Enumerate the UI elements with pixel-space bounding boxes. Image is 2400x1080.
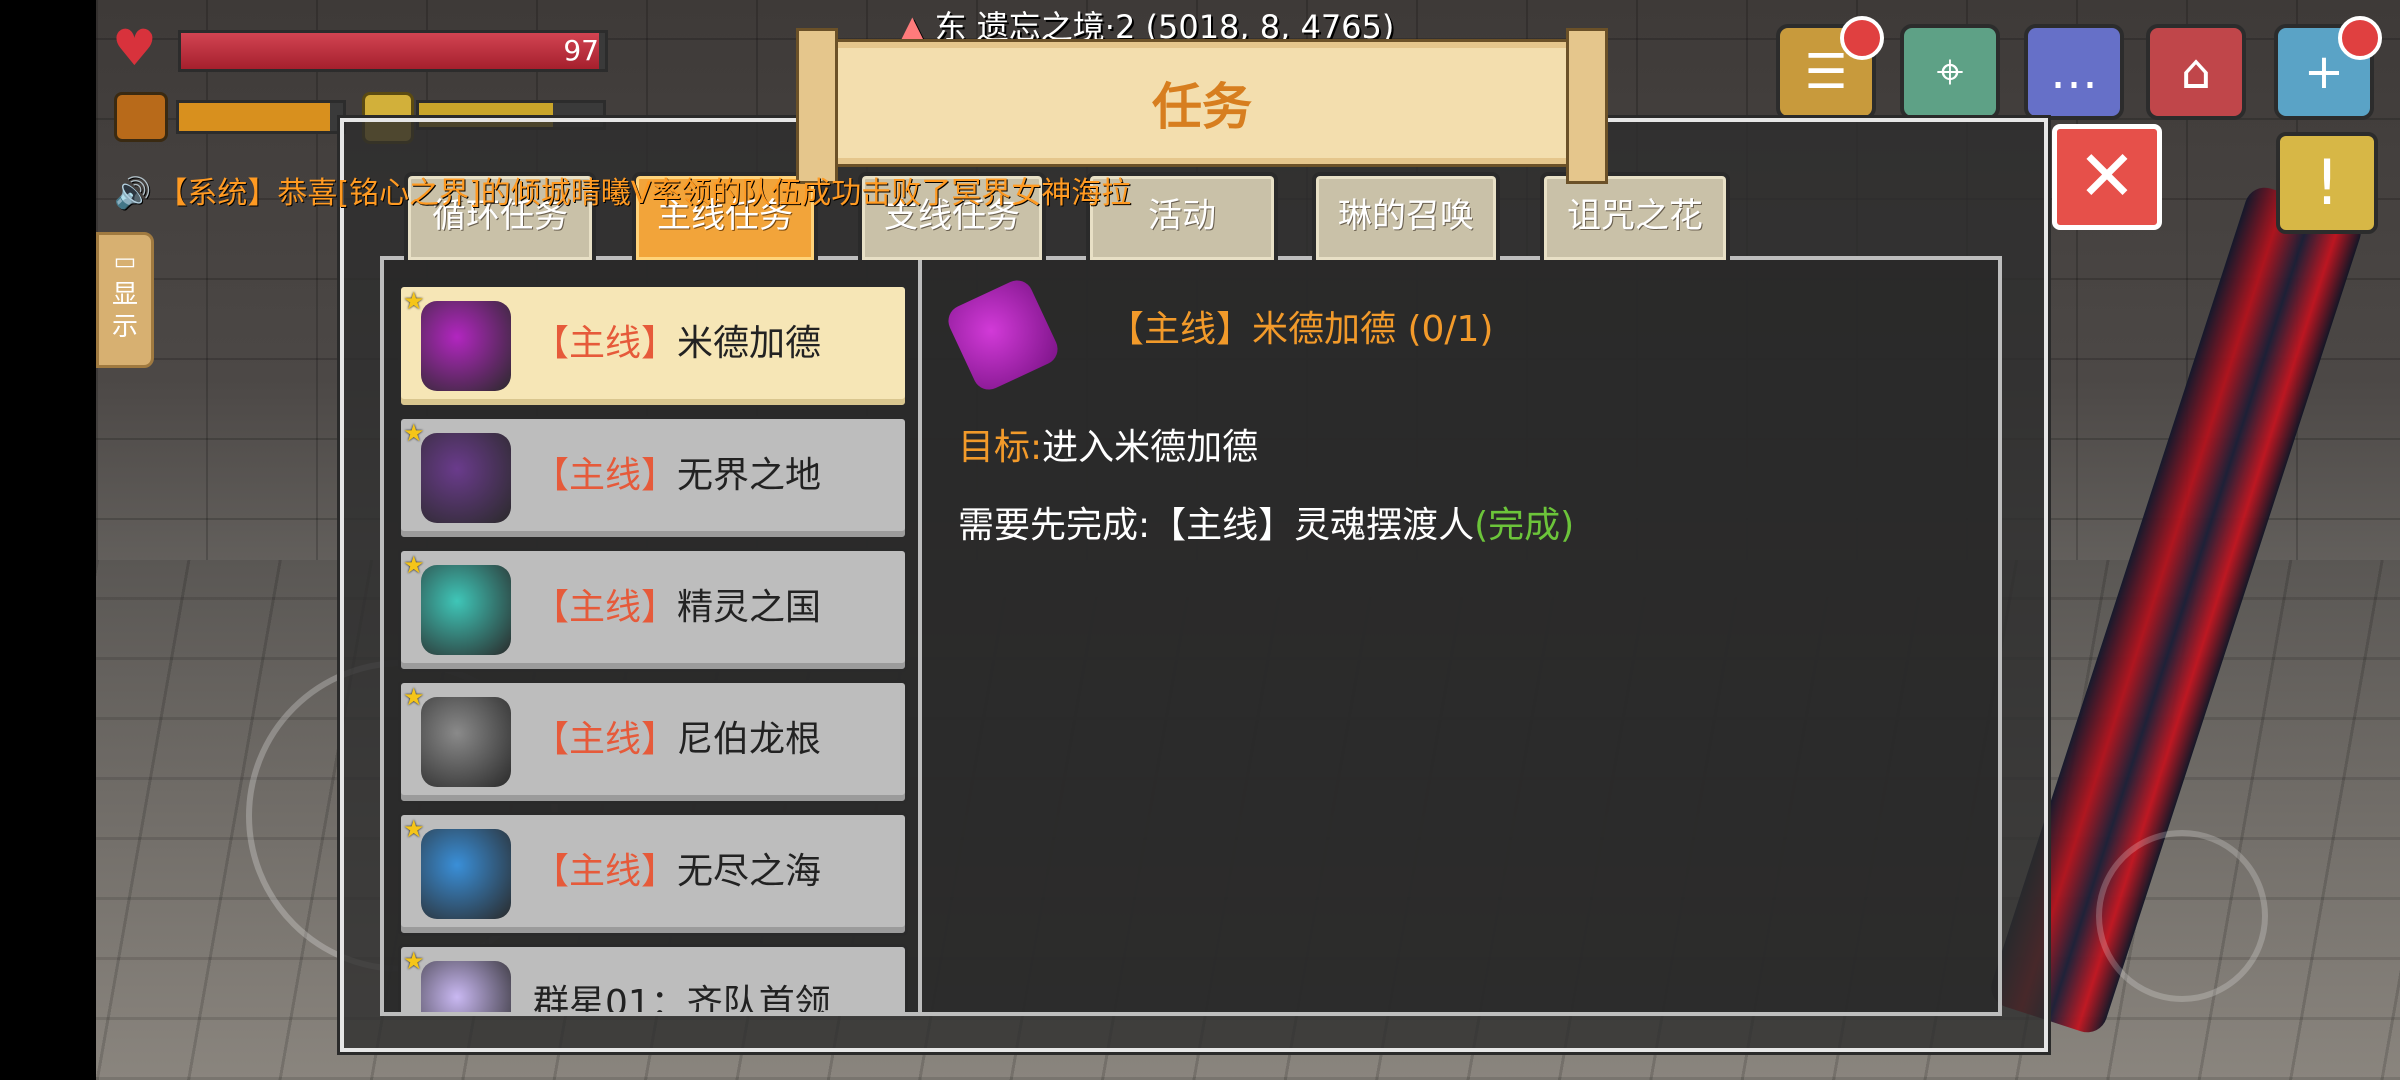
- quest-item-nibelungen[interactable]: ★ 【主线】尼伯龙根: [398, 680, 908, 804]
- health-value: 97: [563, 34, 599, 67]
- quest-label: 群星01：齐队首领: [533, 947, 831, 1012]
- goal-label: 目标:: [958, 427, 1043, 468]
- jump-button[interactable]: [2096, 830, 2268, 1002]
- food-fill: [179, 103, 330, 131]
- quest-item-endless-sea[interactable]: ★ 【主线】无尽之海: [398, 812, 908, 936]
- chat-button[interactable]: …: [2024, 24, 2124, 120]
- quest-list[interactable]: ★ 【主线】米德加德 ★ 【主线】无界之地 ★ 【主线】精灵之国 ★ 【主线】尼…: [384, 260, 922, 1012]
- quest-tag: 【主线】: [533, 719, 678, 760]
- quest-name: 精灵之国: [677, 587, 822, 628]
- quest-label: 【主线】无界之地: [533, 419, 821, 533]
- quest-detail-title: 【主线】米德加德 (0/1): [1108, 309, 1494, 350]
- show-chat-label: 显示: [112, 280, 139, 342]
- quest-content: ★ 【主线】米德加德 ★ 【主线】无界之地 ★ 【主线】精灵之国 ★ 【主线】尼…: [380, 256, 2002, 1016]
- food-bar: [176, 100, 346, 134]
- quest-label: 【主线】米德加德: [533, 287, 821, 401]
- quest-prerequisite: 需要先完成:【主线】灵魂摆渡人(完成): [958, 496, 1574, 548]
- prerequisite-text: 需要先完成:【主线】灵魂摆渡人: [958, 505, 1475, 546]
- purple-scroll-icon: [421, 301, 511, 391]
- quest-name: 尼伯龙根: [677, 719, 822, 760]
- quest-tag: 【主线】: [533, 851, 678, 892]
- quest-label: 【主线】尼伯龙根: [533, 683, 821, 797]
- blue-scroll-icon: [421, 829, 511, 919]
- quest-item-midgard[interactable]: ★ 【主线】米德加德: [398, 284, 908, 408]
- shop-icon: ⌂: [2180, 44, 2212, 100]
- quest-name: 无尽之海: [677, 851, 822, 892]
- health-bar: 97: [178, 30, 608, 72]
- quest-tag: 【主线】: [533, 587, 678, 628]
- quest-label: 【主线】精灵之国: [533, 551, 821, 665]
- health-fill: [181, 33, 599, 69]
- grey-scroll-icon: [421, 697, 511, 787]
- shop-button[interactable]: ⌂: [2146, 24, 2246, 120]
- panel-title: 任务: [796, 28, 1608, 184]
- crystal-icon: [421, 961, 511, 1012]
- treasure-chest-icon: [421, 433, 511, 523]
- exclamation-icon: !: [2314, 146, 2340, 219]
- quest-detail: 【主线】米德加德 (0/1) 目标:进入米德加德 需要先完成:【主线】灵魂摆渡人…: [940, 260, 1990, 1012]
- purple-scroll-icon: [943, 275, 1063, 395]
- tab-cursed-flower[interactable]: 诅咒之花: [1540, 172, 1730, 260]
- quest-item-boundless-land[interactable]: ★ 【主线】无界之地: [398, 416, 908, 540]
- close-button[interactable]: ✕: [2052, 124, 2162, 230]
- show-chat-tab[interactable]: ▭ 显示: [96, 232, 154, 368]
- quest-label: 【主线】无尽之海: [533, 815, 821, 929]
- system-message: 🔊 【系统】恭喜[铭心之界]的倾城晴曦V率领的队伍成功击败了冥界女神海拉: [114, 168, 1131, 212]
- speaker-icon: 🔊: [114, 176, 152, 211]
- quest-log-button[interactable]: ☰: [1776, 16, 1884, 120]
- chat-bubble-icon: ▭: [113, 247, 137, 275]
- prerequisite-status: (完成): [1474, 505, 1575, 546]
- map-button[interactable]: ⌖: [1900, 24, 2000, 120]
- alert-button[interactable]: !: [2276, 132, 2378, 234]
- close-icon: ✕: [2077, 135, 2137, 217]
- tab-lin-summon[interactable]: 琳的召唤: [1312, 172, 1500, 260]
- quest-item-stars-01[interactable]: ★ 群星01：齐队首领: [398, 944, 908, 1012]
- notification-badge: [2338, 16, 2382, 60]
- system-message-text: 【系统】恭喜[铭心之界]的倾城晴曦V率领的队伍成功击败了冥界女神海拉: [157, 176, 1132, 211]
- quest-name: 米德加德: [677, 323, 822, 364]
- plus-button[interactable]: +: [2274, 16, 2382, 120]
- quest-tag: 【主线】: [533, 323, 678, 364]
- heart-icon: ♥: [112, 19, 157, 77]
- quest-name: 无界之地: [677, 455, 822, 496]
- teal-scroll-icon: [421, 565, 511, 655]
- chat-icon: …: [2050, 44, 2098, 100]
- quest-name: 群星01：齐队首领: [533, 983, 831, 1012]
- food-icon: [114, 92, 168, 142]
- goal-value: 进入米德加德: [1042, 427, 1259, 468]
- quest-tag: 【主线】: [533, 455, 678, 496]
- notification-badge: [1840, 16, 1884, 60]
- quest-item-elf-kingdom[interactable]: ★ 【主线】精灵之国: [398, 548, 908, 672]
- quest-goal: 目标:进入米德加德: [958, 418, 1258, 470]
- map-icon: ⌖: [1936, 43, 1964, 100]
- location-text: 东 遗忘之境·2 (5018, 8, 4765): [934, 8, 1395, 46]
